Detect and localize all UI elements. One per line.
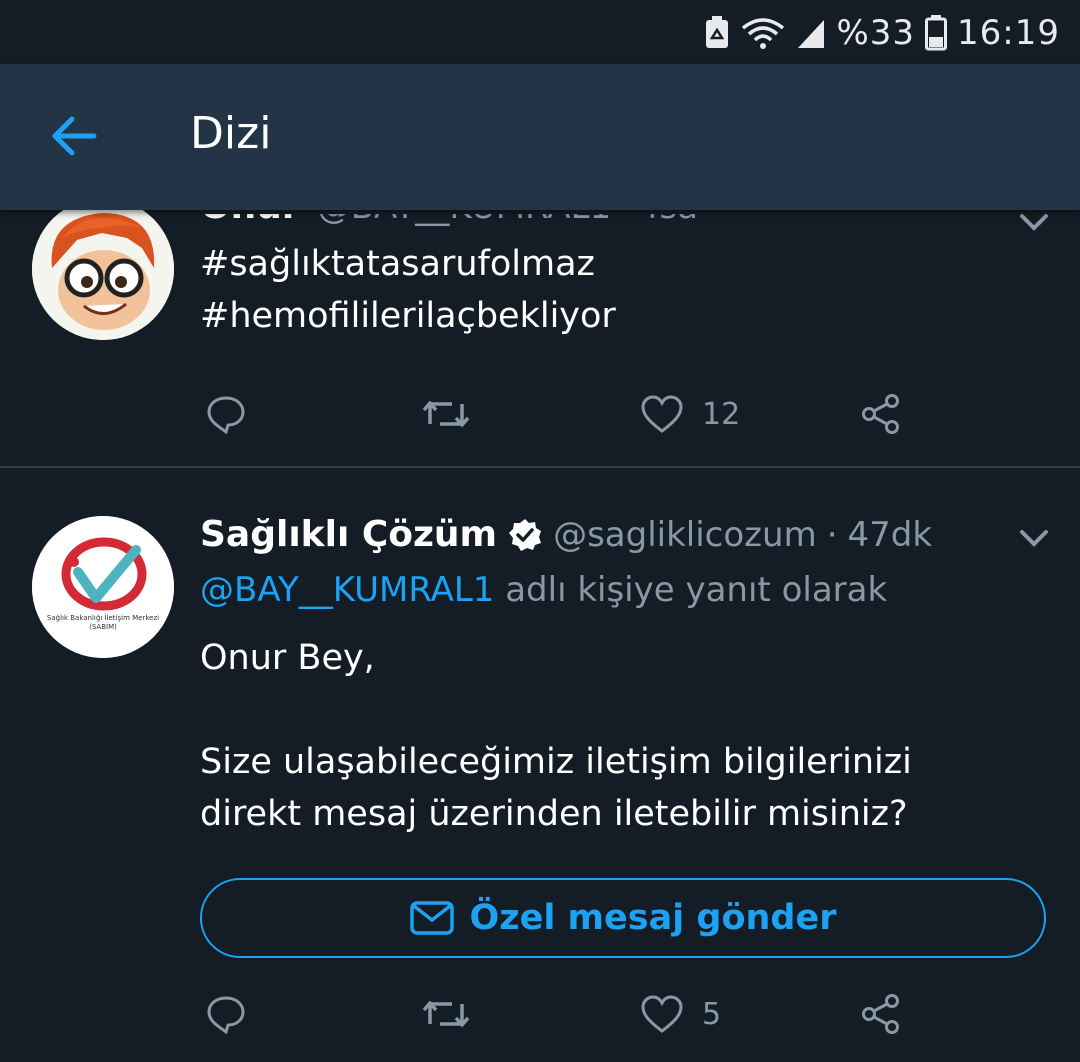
reply-to-handle[interactable]: @BAY__KUMRAL1 — [200, 570, 494, 610]
tweet-actions: 5 — [200, 984, 920, 1044]
tweet-time: 47dk — [847, 514, 933, 555]
signal-icon — [798, 20, 825, 48]
verified-badge-icon — [509, 518, 542, 551]
tweet-text-line: Size ulaşabileceğimiz iletişim bilgileri… — [200, 742, 912, 782]
reply-context: @BAY__KUMRAL1 adlı kişiye yanıt olarak — [200, 570, 887, 610]
avatar-caption: Sağlık Bakanlığı İletişim Merkezi (SABİM… — [46, 614, 160, 631]
chevron-down-icon[interactable] — [1014, 518, 1054, 558]
cartoon-boy-avatar-image — [32, 198, 174, 340]
heart-icon — [641, 995, 683, 1033]
tweet-header: Sağlıklı Çözüm @sagliklicozum · 47dk — [200, 514, 932, 555]
tweet-text-line: Onur Bey, — [200, 638, 375, 678]
reply-icon — [207, 396, 245, 434]
tweet-text-line: direkt mesaj üzerinden iletebilir misini… — [200, 794, 908, 834]
tweet-actions: 12 — [200, 384, 920, 444]
page-title: Dizi — [190, 108, 272, 159]
heart-icon — [641, 395, 683, 433]
wifi-icon — [742, 18, 785, 49]
author-name[interactable]: Sağlıklı Çözüm — [200, 514, 497, 555]
share-button[interactable] — [860, 984, 902, 1044]
hashtag-link[interactable]: #hemofililerilaçbekliyor — [200, 290, 616, 342]
retweet-button[interactable] — [422, 984, 470, 1044]
share-button[interactable] — [860, 384, 902, 444]
dm-button-label: Özel mesaj gönder — [469, 898, 837, 938]
like-count: 12 — [702, 396, 741, 432]
hashtag-link[interactable]: #sağlıktatasarufolmaz — [200, 238, 616, 290]
app-bar: Dizi — [0, 64, 1080, 210]
tweet[interactable]: Sağlık Bakanlığı İletişim Merkezi (SABİM… — [0, 490, 1080, 1062]
retweet-icon — [422, 1001, 470, 1027]
tweet-body: Onur Bey, Size ulaşabileceğimiz iletişim… — [200, 632, 912, 840]
reply-button[interactable] — [206, 384, 246, 444]
status-icons: %33 16:19 — [704, 10, 1060, 56]
reply-button[interactable] — [206, 984, 246, 1044]
back-button[interactable] — [44, 106, 104, 166]
author-handle[interactable]: @sagliklicozum — [553, 515, 817, 555]
envelope-icon — [409, 901, 454, 935]
send-direct-message-button[interactable]: Özel mesaj gönder — [200, 878, 1046, 958]
battery-percent: %33 — [836, 13, 916, 53]
reply-to-suffix: adlı kişiye yanıt olarak — [505, 570, 888, 610]
share-icon — [862, 994, 899, 1034]
tweet-body: #sağlıktatasarufolmaz #hemofililerilaçbe… — [200, 238, 616, 342]
retweet-button[interactable] — [422, 384, 470, 444]
tweet-divider — [0, 466, 1080, 468]
like-count: 5 — [702, 996, 722, 1032]
tweet[interactable]: Onur @BAY__KUMRAL1 · 4sa #sağlıktatasaru… — [0, 180, 1080, 466]
retweet-icon — [422, 401, 470, 427]
like-button[interactable]: 5 — [640, 984, 721, 1044]
avatar[interactable] — [32, 198, 174, 340]
like-button[interactable]: 12 — [640, 384, 740, 444]
status-bar: %33 16:19 — [0, 0, 1080, 64]
recycle-notification-icon — [706, 16, 729, 48]
reply-icon — [207, 996, 245, 1034]
sabim-logo-avatar-image — [32, 516, 174, 658]
share-icon — [862, 394, 899, 434]
dot-separator: · — [826, 514, 838, 555]
avatar[interactable]: Sağlık Bakanlığı İletişim Merkezi (SABİM… — [32, 516, 174, 658]
clock: 16:19 — [957, 13, 1060, 53]
battery-icon — [925, 15, 948, 51]
arrow-left-icon — [52, 116, 97, 156]
